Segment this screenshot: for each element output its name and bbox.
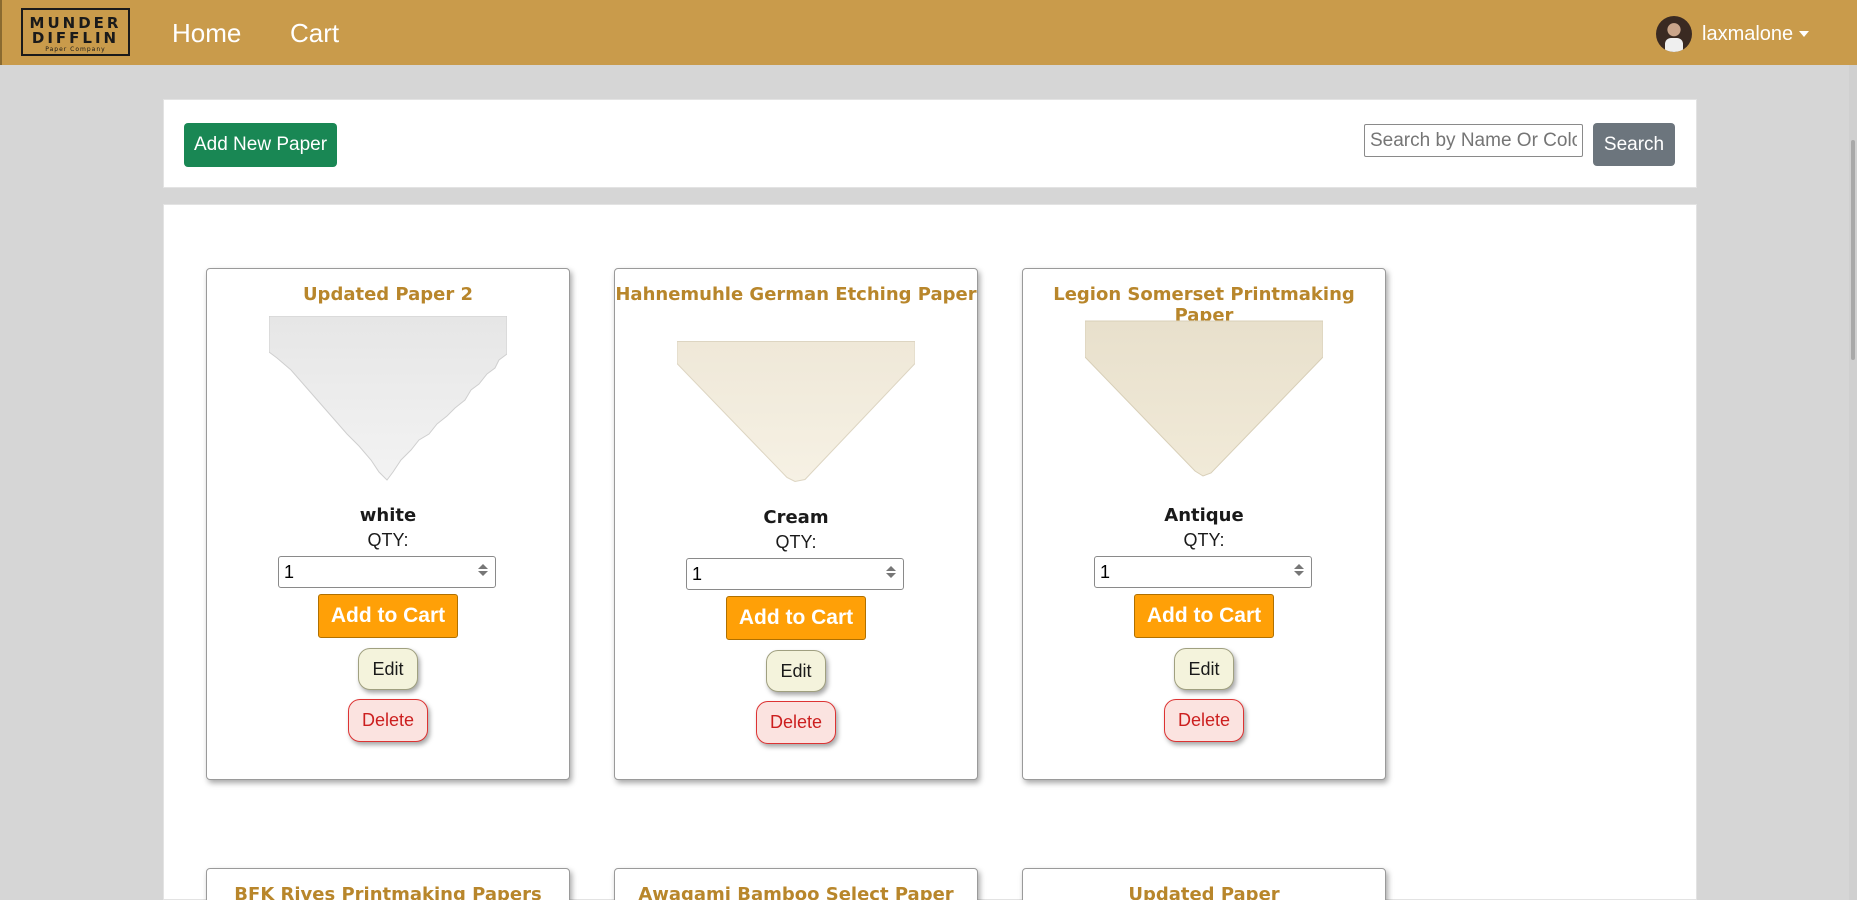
qty-label: QTY:: [1183, 530, 1225, 550]
quantity-stepper[interactable]: 1: [686, 558, 904, 590]
quantity-stepper[interactable]: 1: [278, 556, 496, 588]
quantity-value: 1: [692, 563, 703, 584]
delete-button[interactable]: Delete: [1164, 699, 1244, 742]
color-label: Antique: [1164, 505, 1244, 526]
add-new-paper-button[interactable]: Add New Paper: [184, 123, 337, 167]
product-card: Hahnemuhle German Etching Paper Cream QT…: [614, 268, 978, 780]
color-label: Cream: [763, 507, 829, 528]
logo-line-2: DIFFLIN: [31, 29, 120, 47]
edit-button[interactable]: Edit: [766, 650, 826, 692]
quantity-stepper[interactable]: 1: [1094, 556, 1312, 588]
qty-label: QTY:: [775, 532, 817, 552]
paper-image: [269, 316, 507, 481]
product-title: Updated Paper 2: [302, 284, 474, 305]
color-label: white: [359, 505, 417, 526]
nav-home-link[interactable]: Home: [172, 18, 241, 49]
product-title: Awagami Bamboo Select Paper: [638, 884, 954, 900]
stepper-arrows-icon[interactable]: [477, 562, 489, 582]
toolbar: Add New Paper Search: [163, 99, 1697, 188]
brand-logo[interactable]: MUNDER DIFFLIN Paper Company: [21, 8, 130, 56]
avatar: [1656, 16, 1692, 52]
search-button[interactable]: Search: [1593, 123, 1675, 166]
username: laxmalone: [1702, 22, 1794, 45]
product-card: Awagami Bamboo Select Paper: [614, 868, 978, 900]
product-card: BFK Rives Printmaking Papers: [206, 868, 570, 900]
delete-button[interactable]: Delete: [348, 699, 428, 742]
paper-image: [677, 341, 915, 483]
quantity-value: 1: [284, 561, 295, 582]
user-menu[interactable]: laxmalone: [1656, 16, 1810, 52]
chevron-down-icon: [1799, 31, 1810, 37]
add-to-cart-button[interactable]: Add to Cart: [726, 596, 866, 640]
product-card: Updated Paper 2 white QTY: 1 Add to Cart…: [206, 268, 570, 780]
product-title: BFK Rives Printmaking Papers: [234, 884, 542, 900]
add-to-cart-button[interactable]: Add to Cart: [1134, 594, 1274, 638]
qty-label: QTY:: [367, 530, 409, 550]
product-title: Hahnemuhle German Etching Paper: [615, 284, 977, 305]
stepper-arrows-icon[interactable]: [1293, 562, 1305, 582]
product-card: Legion Somerset Printmaking Paper Antiqu…: [1022, 268, 1386, 780]
product-title: Updated Paper: [1128, 884, 1280, 900]
stepper-arrows-icon[interactable]: [885, 564, 897, 584]
logo-line-3: Paper Company: [45, 46, 106, 53]
page-scrollbar[interactable]: [1849, 65, 1857, 900]
edit-button[interactable]: Edit: [1174, 648, 1234, 690]
nav-cart-link[interactable]: Cart: [290, 18, 339, 49]
delete-button[interactable]: Delete: [756, 701, 836, 744]
quantity-value: 1: [1100, 561, 1111, 582]
search-input[interactable]: [1364, 124, 1583, 157]
add-to-cart-button[interactable]: Add to Cart: [318, 594, 458, 638]
edit-button[interactable]: Edit: [358, 648, 418, 690]
product-card: Updated Paper: [1022, 868, 1386, 900]
paper-image: [1085, 320, 1323, 477]
navbar: MUNDER DIFFLIN Paper Company Home Cart l…: [0, 0, 1857, 65]
scrollbar-thumb[interactable]: [1851, 140, 1855, 360]
product-panel: Updated Paper 2 white QTY: 1 Add to Cart…: [163, 204, 1697, 900]
